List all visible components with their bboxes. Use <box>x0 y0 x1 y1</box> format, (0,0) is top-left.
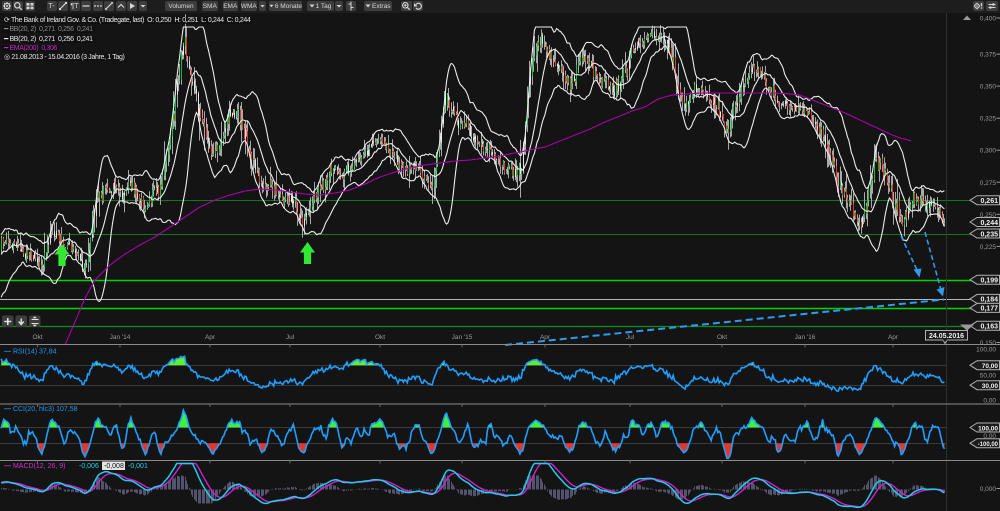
svg-text:0,375: 0,375 <box>980 52 997 59</box>
svg-text:-100,00: -100,00 <box>978 442 999 448</box>
svg-text:100,00: 100,00 <box>978 425 998 432</box>
svg-text:-0,006: -0,006 <box>79 463 99 470</box>
svg-text:0,300: 0,300 <box>980 148 997 155</box>
svg-text:Jul: Jul <box>286 334 295 341</box>
svg-text:— RSI(14) 37,84: — RSI(14) 37,84 <box>4 349 57 356</box>
svg-text:0,163: 0,163 <box>980 324 998 331</box>
svg-text:Jan '16: Jan '16 <box>795 334 816 341</box>
svg-text:0,184: 0,184 <box>980 297 998 304</box>
svg-text:24.05.2016: 24.05.2016 <box>929 333 964 340</box>
svg-text:0,225: 0,225 <box>980 244 997 251</box>
svg-text:Okt: Okt <box>32 334 42 341</box>
svg-text:0,275: 0,275 <box>980 180 997 187</box>
svg-text:0,177: 0,177 <box>980 306 998 313</box>
svg-text:Apr: Apr <box>888 334 899 341</box>
svg-text:0,199: 0,199 <box>980 278 998 285</box>
svg-text:0,261: 0,261 <box>980 198 998 205</box>
svg-text:100,00: 100,00 <box>976 347 996 354</box>
svg-text:Okt: Okt <box>717 334 727 341</box>
svg-text:0,325: 0,325 <box>980 116 997 123</box>
svg-text:70,00: 70,00 <box>982 363 999 370</box>
svg-text:Jan '14: Jan '14 <box>110 334 131 341</box>
svg-text:Apr: Apr <box>205 334 216 341</box>
svg-text:0,000: 0,000 <box>980 486 997 493</box>
svg-text:0,400: 0,400 <box>980 16 997 23</box>
svg-text:0,235: 0,235 <box>980 231 998 238</box>
svg-text:— MACD(12, 26, 9): — MACD(12, 26, 9) <box>4 463 65 470</box>
svg-text:-0,008: -0,008 <box>104 463 124 470</box>
svg-text:0,00: 0,00 <box>983 398 996 405</box>
svg-text:Apr: Apr <box>540 334 551 341</box>
svg-text:0,350: 0,350 <box>980 84 997 91</box>
svg-text:50,00: 50,00 <box>980 373 997 380</box>
svg-text:30,00: 30,00 <box>982 383 999 390</box>
svg-text:— CCI(20, hlc3) 107,58: — CCI(20, hlc3) 107,58 <box>4 406 78 413</box>
svg-text:0,244: 0,244 <box>980 220 998 227</box>
svg-text:Jul: Jul <box>626 334 635 341</box>
svg-text:Jan '15: Jan '15 <box>452 334 473 341</box>
svg-text:Okt: Okt <box>375 334 385 341</box>
svg-text:-0,001: -0,001 <box>128 463 148 470</box>
